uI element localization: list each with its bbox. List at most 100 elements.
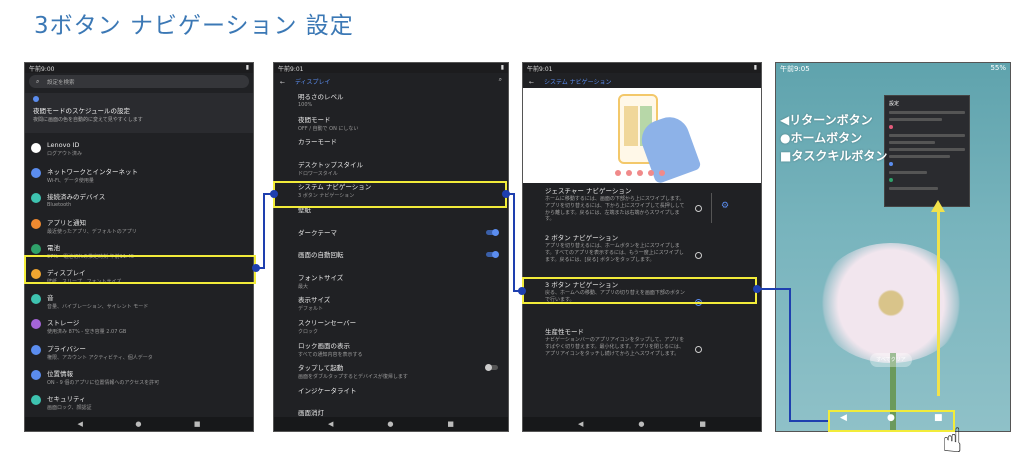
- settings-item-location[interactable]: 位置情報 ON - 9 個のアプリに位置情報へのアクセスを許可: [25, 364, 253, 388]
- radio-button[interactable]: [695, 205, 702, 212]
- highlight-system-navigation: [273, 181, 507, 208]
- gear-icon[interactable]: ⚙: [721, 201, 729, 211]
- connected-devices-icon: [31, 193, 41, 204]
- battery-icon: ▮: [500, 64, 504, 71]
- connector-line: [789, 420, 828, 422]
- settings-item-subtitle: Wi-Fi、データ使用量: [47, 178, 94, 185]
- page-title: 3ボタン ナビゲーション 設定: [34, 13, 354, 39]
- network-icon: [31, 168, 41, 179]
- home-icon[interactable]: ●: [135, 420, 141, 428]
- settings-screen: 午前9:00 ▮ ⌕ 設定を検索 夜間モードのスケジュールの設定 夜間に画面の色…: [24, 62, 254, 432]
- location-icon: [31, 369, 41, 380]
- display-item-night-mode[interactable]: 夜間モード OFF / 自動で ON にしない: [298, 114, 508, 136]
- display-item-title: 表示サイズ: [298, 296, 331, 305]
- radio-button[interactable]: [695, 252, 702, 259]
- wallpaper-flower: [816, 243, 966, 363]
- search-input[interactable]: ⌕ 設定を検索: [29, 75, 249, 88]
- toggle-switch[interactable]: [486, 251, 499, 259]
- appbar-title: システム ナビゲーション: [543, 79, 612, 86]
- legend-home: ●ホームボタン: [780, 131, 863, 145]
- app-dots-illustration: [615, 170, 665, 176]
- settings-item-subtitle: 権限、アカウント アクティビティ、個人データ: [47, 354, 153, 361]
- recent-app-title: 設定: [889, 101, 900, 107]
- system-navigation-screen: 午前9:01 ▮ ← システム ナビゲーション ジェスチャー ナビゲーション ホー…: [522, 62, 762, 432]
- display-item-title: 画面の自動回転: [298, 251, 344, 260]
- display-item-color-mode[interactable]: カラーモード: [298, 136, 508, 158]
- nav-option-two-button[interactable]: 2 ボタン ナビゲーション アプリを切り替えるには、ホームボタンを上にスワイプしま…: [545, 232, 761, 277]
- appbar-title: ディスプレイ: [294, 79, 331, 86]
- settings-item-subtitle: 音量、バイブレーション、サイレント モード: [47, 304, 149, 311]
- connector-line: [757, 288, 790, 290]
- settings-item-title: アプリと通知: [47, 218, 86, 227]
- settings-item-lenovo-id[interactable]: Lenovo ID ログアウト済み: [25, 137, 253, 161]
- nav-option-title: 生産性モード: [545, 328, 584, 336]
- nav-bar: ◀ ● ■: [25, 417, 253, 431]
- display-item-subtitle: OFF / 自動で ON にしない: [298, 125, 359, 132]
- recents-icon[interactable]: ■: [447, 420, 454, 428]
- night-mode-suggestion[interactable]: 夜間モードのスケジュールの設定 夜間に画面の色を自動的に変えて見やすくします: [25, 93, 253, 133]
- search-placeholder: 設定を検索: [47, 80, 75, 86]
- status-time: 午前9:01: [278, 66, 304, 73]
- display-item-indicator-light[interactable]: インジケータライト: [298, 385, 508, 407]
- storage-icon: [31, 319, 41, 330]
- recents-icon[interactable]: ■: [194, 420, 201, 428]
- connector-dot: [518, 287, 526, 295]
- display-item-font-size[interactable]: フォントサイズ 最大: [298, 272, 508, 294]
- display-item-display-size[interactable]: 表示サイズ デフォルト: [298, 294, 508, 316]
- back-arrow-icon[interactable]: ←: [280, 79, 285, 86]
- nav-option-productivity[interactable]: 生産性モード ナビゲーションバーのアプリアイコンをタップして、アプリをすばやく切り…: [545, 326, 761, 371]
- highlight-nav-buttons: [828, 410, 955, 432]
- settings-item-title: Lenovo ID: [47, 141, 80, 149]
- back-icon[interactable]: ◀: [328, 420, 333, 428]
- display-item-title: インジケータライト: [298, 386, 357, 395]
- display-item-subtitle: すべての通知内容を表示する: [298, 351, 363, 358]
- display-item-tap-to-wake[interactable]: タップして起動 画面をダブルタップするとデバイスが復帰します: [298, 362, 508, 384]
- gesture-illustration: [523, 88, 761, 185]
- nav-bar: ◀ ● ■: [274, 417, 508, 431]
- radio-button[interactable]: [695, 346, 702, 353]
- clear-all-button[interactable]: すべてクリア: [870, 353, 912, 367]
- status-bar: 午前9:00 ▮: [25, 63, 253, 73]
- display-item-desktop-style[interactable]: デスクトップスタイル ドロワースタイル: [298, 159, 508, 181]
- settings-item-privacy[interactable]: プライバシー 権限、アカウント アクティビティ、個人データ: [25, 339, 253, 363]
- recent-app-card[interactable]: 設定: [884, 95, 970, 207]
- settings-item-sound[interactable]: 音音量、バイブレーション、サイレント モード: [25, 288, 253, 312]
- settings-item-storage[interactable]: ストレージ 使用済み 87% - 空き容量 2.07 GB: [25, 313, 253, 337]
- toggle-switch[interactable]: [486, 228, 499, 236]
- settings-item-apps[interactable]: アプリと通知 最近使ったアプリ、デフォルトのアプリ: [25, 213, 253, 237]
- connector-line: [513, 193, 515, 291]
- legend-recents: ■タスクキルボタン: [780, 149, 888, 163]
- settings-item-network[interactable]: ネットワークとインターネット Wi-Fi、データ使用量: [25, 162, 253, 186]
- display-item-subtitle: 100%: [298, 102, 313, 108]
- display-item-subtitle: ドロワースタイル: [298, 170, 338, 177]
- nav-option-gesture[interactable]: ジェスチャー ナビゲーション ホームに移動するには、画面の下部から上にスワイプしま…: [545, 185, 761, 230]
- settings-item-title: セキュリティ: [47, 395, 86, 403]
- display-item-auto-rotate[interactable]: 画面の自動回転: [298, 249, 508, 271]
- apps-icon: [31, 218, 41, 229]
- settings-item-subtitle: 使用済み 87% - 空き容量 2.07 GB: [47, 329, 127, 336]
- display-item-brightness[interactable]: 明るさのレベル 100%: [298, 91, 508, 113]
- back-icon[interactable]: ◀: [578, 420, 583, 428]
- back-arrow-icon[interactable]: ←: [529, 79, 534, 86]
- settings-item-security[interactable]: セキュリティ 画面ロック、顔認証: [25, 389, 253, 413]
- home-screen: 午前9:05 55% すべてクリア 設定 ◀リターンボタン ●ホームボタン ■タ…: [775, 62, 1011, 432]
- display-item-subtitle: クロック: [298, 329, 319, 335]
- status-bar: 午前9:01 ▮: [274, 63, 508, 73]
- display-item-lock-screen[interactable]: ロック画面の表示 すべての通知内容を表示する: [298, 340, 508, 362]
- display-item-screensaver[interactable]: スクリーンセーバー クロック: [298, 317, 508, 339]
- settings-item-title: ネットワークとインターネット: [47, 168, 138, 177]
- settings-item-connected-devices[interactable]: 接続済みのデバイス Bluetooth: [25, 187, 253, 211]
- sound-icon: [31, 294, 41, 305]
- back-icon[interactable]: ◀: [77, 420, 82, 428]
- home-icon[interactable]: ●: [638, 420, 644, 428]
- home-icon[interactable]: ●: [387, 420, 393, 428]
- connector-line: [263, 193, 265, 269]
- recents-icon[interactable]: ■: [699, 420, 706, 428]
- settings-item-title: プライバシー: [47, 344, 86, 353]
- search-icon[interactable]: ⌕: [499, 76, 502, 84]
- display-item-dark-theme[interactable]: ダークテーマ: [298, 227, 508, 249]
- battery-icon: [31, 243, 41, 254]
- highlight-display: [24, 255, 256, 284]
- privacy-icon: [31, 344, 41, 355]
- toggle-switch[interactable]: [485, 364, 498, 372]
